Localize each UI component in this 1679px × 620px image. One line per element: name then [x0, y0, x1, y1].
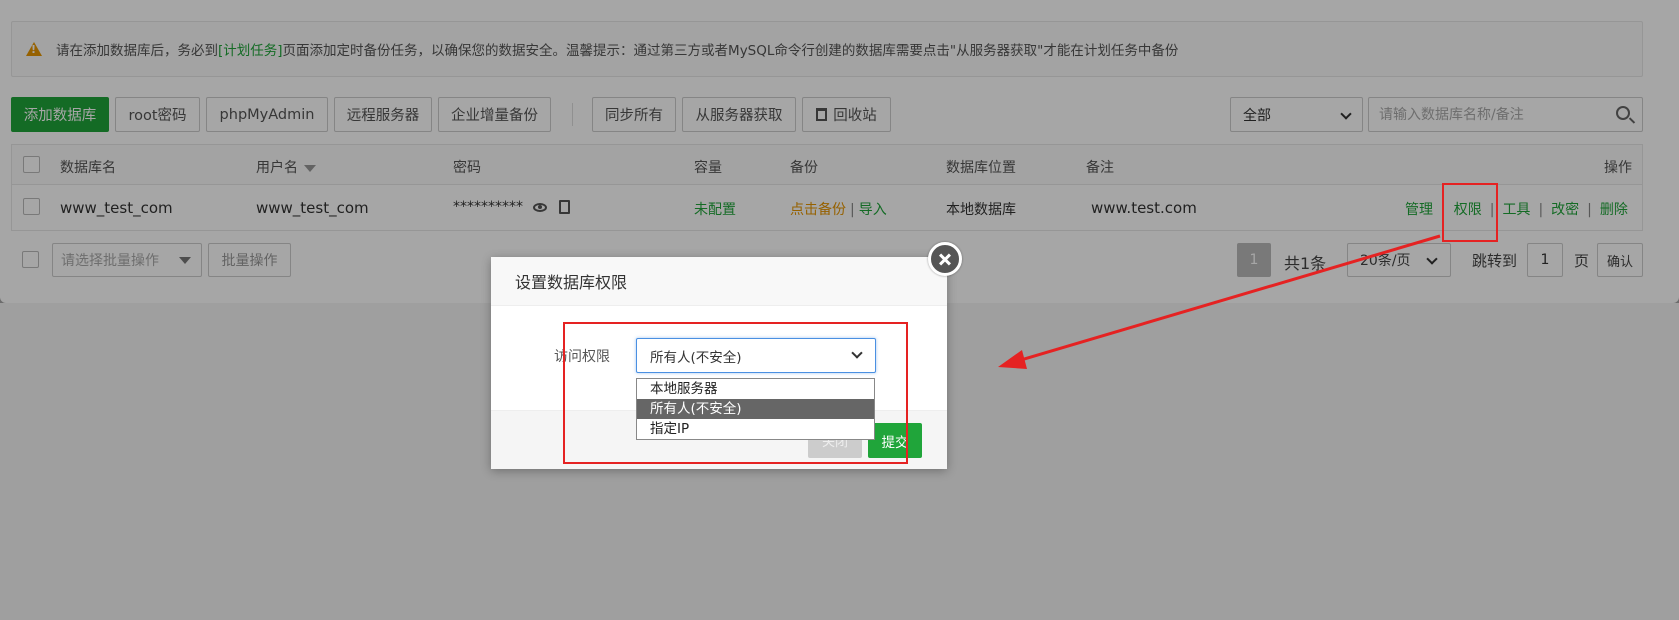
arrow-head: [998, 350, 1027, 369]
annotation-arrow: [998, 234, 1441, 369]
arrow-line: [1013, 234, 1441, 364]
